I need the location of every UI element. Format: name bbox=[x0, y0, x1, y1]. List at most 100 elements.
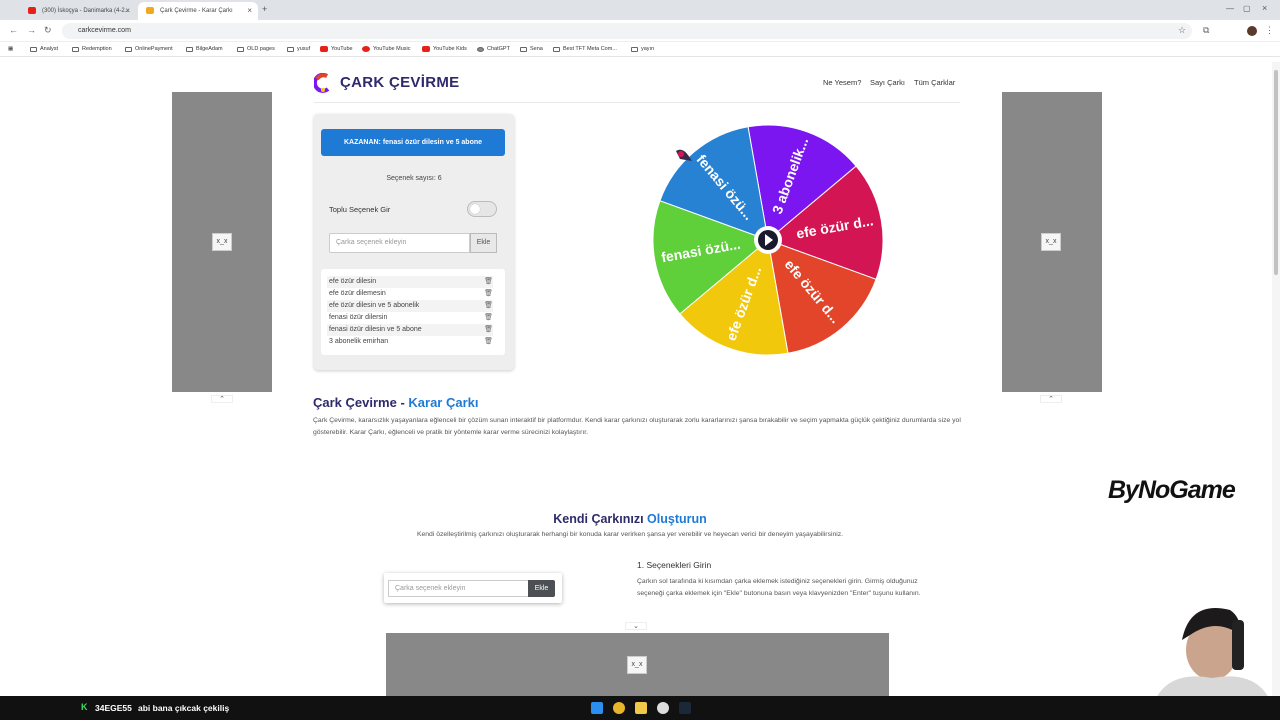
tab-bar: (300) İskoçya - Danimarka (4-2... × Çark… bbox=[0, 0, 1280, 20]
chevron-down-icon[interactable]: ⌄ bbox=[625, 622, 647, 630]
trash-icon[interactable]: 🗑 bbox=[484, 336, 493, 348]
bookmark-item[interactable]: yusuf bbox=[287, 46, 310, 52]
nav-ne-yesem[interactable]: Ne Yesem? bbox=[823, 78, 861, 87]
bookmark-item[interactable]: Sena bbox=[520, 46, 543, 52]
option-label: fenasi özür dilersin bbox=[329, 314, 388, 321]
broken-ad-icon: x_x bbox=[627, 656, 647, 674]
option-label: efe özür dilemesin bbox=[329, 290, 386, 297]
folder-icon bbox=[237, 46, 244, 52]
chevron-up-icon[interactable]: ⌃ bbox=[1040, 395, 1062, 403]
bookmark-label: OLD pages bbox=[247, 46, 275, 52]
bookmark-item[interactable]: OnlinePayment bbox=[125, 46, 173, 52]
bulk-entry-label: Toplu Seçenek Gir bbox=[329, 205, 391, 214]
option-input[interactable]: Çarka seçenek ekleyin bbox=[329, 233, 470, 253]
section-title: Kendi Çarkınızı Oluşturun bbox=[420, 512, 840, 526]
chevron-up-icon[interactable]: ⌃ bbox=[211, 395, 233, 403]
maximize-icon[interactable]: ▢ bbox=[1243, 4, 1251, 13]
add-option-button[interactable]: Ekle bbox=[470, 233, 497, 253]
back-icon[interactable]: ← bbox=[9, 25, 18, 35]
address-bar[interactable]: carkcevirme.com bbox=[62, 23, 1192, 39]
bookmark-item[interactable]: Best TFT Meta Com... bbox=[553, 46, 617, 52]
minimize-icon[interactable]: — bbox=[1226, 4, 1234, 13]
intro-paragraph: Çark Çevirme, kararsızlık yaşayanlara eğ… bbox=[313, 417, 961, 436]
file-explorer-icon[interactable] bbox=[635, 702, 647, 714]
folder-icon bbox=[125, 46, 132, 52]
list-item: fenasi özür dilersin 🗑 bbox=[327, 312, 493, 324]
tab-label: Çark Çevirme - Karar Çarkı bbox=[160, 8, 233, 14]
bookmark-label: Analyst bbox=[40, 46, 59, 52]
trash-icon[interactable]: 🗑 bbox=[484, 324, 493, 336]
decision-wheel[interactable]: 3 abonelik...efe özür d...efe özür d...e… bbox=[640, 117, 900, 377]
folder-icon bbox=[72, 46, 79, 52]
close-icon[interactable]: × bbox=[247, 6, 252, 15]
title-accent: Oluşturun bbox=[647, 512, 707, 526]
demo-add-button[interactable]: Ekle bbox=[528, 580, 555, 597]
bookmark-item[interactable]: Analyst bbox=[30, 46, 58, 52]
close-window-icon[interactable]: × bbox=[1262, 3, 1267, 13]
logo-icon[interactable] bbox=[314, 73, 332, 93]
tab-carkcevirme[interactable]: Çark Çevirme - Karar Çarkı × bbox=[138, 2, 258, 20]
new-tab-icon[interactable]: + bbox=[262, 4, 267, 14]
apps-icon[interactable]: ▦ bbox=[8, 46, 13, 52]
chat-message: abi bana çıkcak çekiliş bbox=[138, 703, 230, 713]
bookmark-item[interactable]: YouTube bbox=[320, 46, 353, 52]
demo-option-input[interactable]: Çarka seçenek ekleyin bbox=[388, 580, 529, 597]
trash-icon[interactable]: 🗑 bbox=[484, 312, 493, 324]
list-item: efe özür dilesin 🗑 bbox=[327, 276, 493, 288]
bulk-entry-toggle[interactable] bbox=[467, 201, 497, 217]
chatgpt-icon bbox=[477, 46, 484, 52]
winner-banner: KAZANAN: fenasi özür dilesin ve 5 abone bbox=[321, 129, 505, 156]
page-title: Çark Çevirme - Karar Çarkı bbox=[313, 395, 479, 410]
bookmark-item[interactable]: yayın bbox=[631, 46, 654, 52]
bookmark-label: Sena bbox=[530, 46, 543, 52]
bookmark-label: BilgeAdam bbox=[196, 46, 223, 52]
title-part: Kendi Çarkınızı bbox=[553, 512, 648, 526]
nav-sayi-carki[interactable]: Sayı Çarkı bbox=[870, 78, 905, 87]
bookmark-item[interactable]: OLD pages bbox=[237, 46, 275, 52]
tab-label: (300) İskoçya - Danimarka (4-2... bbox=[42, 8, 130, 14]
menu-icon[interactable]: ⋮ bbox=[1265, 25, 1274, 36]
trash-icon[interactable]: 🗑 bbox=[484, 288, 493, 300]
bookmark-item[interactable]: ChatGPT bbox=[477, 46, 510, 52]
bookmark-item[interactable]: Redemption bbox=[72, 46, 112, 52]
folder-icon bbox=[631, 46, 638, 52]
step-text: Çarkın sol tarafında ki kısımdan çarka e… bbox=[637, 578, 921, 597]
reload-icon[interactable]: ↻ bbox=[44, 25, 52, 36]
trash-icon[interactable]: 🗑 bbox=[484, 276, 493, 288]
chat-username: 34EGE55 bbox=[95, 703, 132, 713]
steam-icon[interactable] bbox=[679, 702, 691, 714]
profile-avatar[interactable] bbox=[1247, 26, 1257, 36]
chrome-icon[interactable] bbox=[613, 702, 625, 714]
folder-icon bbox=[186, 46, 193, 52]
nav-tum-carklar[interactable]: Tüm Çarklar bbox=[914, 78, 955, 87]
youtube-icon bbox=[320, 46, 328, 52]
bookmark-item[interactable]: YouTube Music bbox=[362, 46, 411, 52]
kick-icon: K bbox=[81, 702, 88, 712]
bookmark-star-icon[interactable]: ☆ bbox=[1178, 25, 1186, 36]
chrome-profile-icon[interactable] bbox=[657, 702, 669, 714]
option-count: Seçenek sayısı: 6 bbox=[386, 175, 442, 182]
option-label: efe özür dilesin ve 5 abonelik bbox=[329, 302, 420, 309]
youtube-icon bbox=[28, 7, 36, 14]
windows-start-icon[interactable] bbox=[591, 702, 603, 714]
bookmark-label: ChatGPT bbox=[487, 46, 510, 52]
bookmark-item[interactable]: BilgeAdam bbox=[186, 46, 223, 52]
option-label: efe özür dilesin bbox=[329, 278, 377, 285]
youtube-music-icon bbox=[362, 46, 370, 52]
close-icon[interactable]: × bbox=[125, 6, 130, 15]
bookmark-label: Redemption bbox=[82, 46, 112, 52]
list-item: efe özür dilemesin 🗑 bbox=[327, 288, 493, 300]
scrollbar-thumb[interactable] bbox=[1274, 70, 1278, 275]
bookmark-label: Best TFT Meta Com... bbox=[563, 46, 617, 52]
folder-icon bbox=[30, 46, 37, 52]
trash-icon[interactable]: 🗑 bbox=[484, 300, 493, 312]
site-logo-text[interactable]: ÇARK ÇEVİRME bbox=[340, 74, 459, 91]
folder-icon bbox=[520, 46, 527, 52]
webcam-overlay bbox=[1155, 608, 1270, 700]
bookmark-item[interactable]: YouTube Kids bbox=[422, 46, 467, 52]
forward-icon[interactable]: → bbox=[27, 25, 36, 35]
extensions-icon[interactable]: ⧉ bbox=[1203, 25, 1209, 36]
step-title: 1. Seçenekleri Girin bbox=[637, 560, 712, 570]
broken-ad-icon: x_x bbox=[1041, 233, 1061, 251]
tab-youtube[interactable]: (300) İskoçya - Danimarka (4-2... × bbox=[20, 2, 136, 20]
